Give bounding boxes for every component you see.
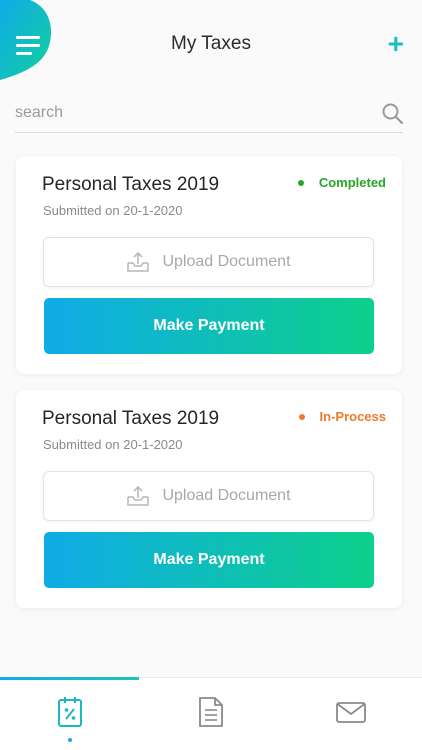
- tax-card-title: Personal Taxes 2019: [42, 174, 220, 195]
- nav-messages[interactable]: [281, 678, 421, 750]
- document-icon: [199, 697, 223, 727]
- search-input[interactable]: [15, 98, 355, 128]
- search-icon[interactable]: [382, 103, 403, 124]
- submitted-date: Submitted on 20-1-2020: [43, 203, 183, 218]
- submitted-date: Submitted on 20-1-2020: [43, 437, 183, 452]
- tax-card-title: Personal Taxes 2019: [42, 408, 220, 429]
- page-title: My Taxes: [171, 33, 251, 54]
- upload-document-button[interactable]: Upload Document: [43, 237, 374, 287]
- upload-document-button[interactable]: Upload Document: [43, 471, 374, 521]
- search-bar: [15, 96, 403, 133]
- upload-tray-icon: [127, 485, 150, 506]
- status-dot: [297, 179, 304, 186]
- mail-icon: [336, 702, 366, 723]
- nav-taxes[interactable]: [0, 678, 140, 750]
- add-tax-button[interactable]: +: [388, 29, 404, 59]
- bottom-navigation: [0, 677, 422, 750]
- tax-calendar-icon: [58, 697, 82, 727]
- active-dot: [68, 738, 72, 742]
- status-label: Completed: [318, 175, 386, 190]
- nav-documents[interactable]: [141, 678, 281, 750]
- make-payment-button[interactable]: Make Payment: [44, 298, 374, 354]
- status-badge: In-Process: [298, 409, 386, 424]
- make-payment-button[interactable]: Make Payment: [44, 532, 374, 588]
- tax-card: Personal Taxes 2019 Submitted on 20-1-20…: [16, 390, 402, 608]
- status-dot: [298, 413, 305, 420]
- status-badge: Completed: [297, 175, 386, 190]
- upload-document-label: Upload Document: [162, 487, 291, 504]
- status-label: In-Process: [319, 409, 386, 424]
- upload-tray-icon: [127, 251, 150, 272]
- upload-document-label: Upload Document: [162, 253, 291, 270]
- tax-card: Personal Taxes 2019 Submitted on 20-1-20…: [16, 156, 402, 374]
